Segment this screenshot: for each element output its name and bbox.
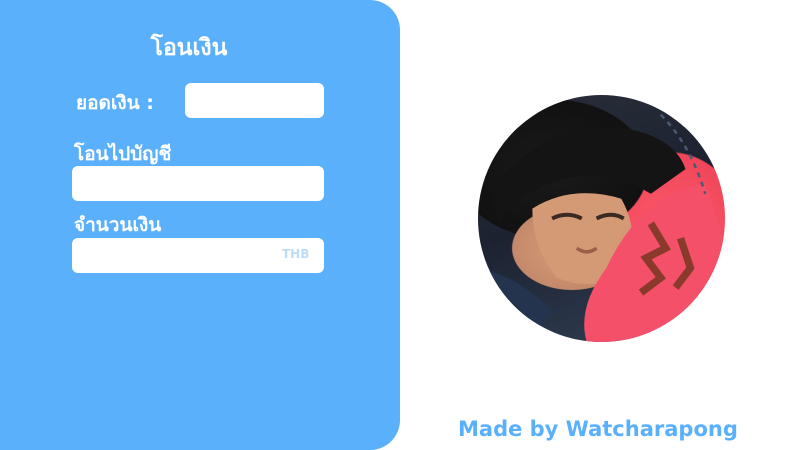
panel-title: โอนเงิน <box>150 35 228 61</box>
amount-label: จำนวนเงิน <box>74 214 162 236</box>
balance-label: ยอดเงิน : <box>76 92 154 114</box>
currency-label: THB <box>282 247 310 261</box>
author-credit: Made by Watcharapong <box>458 417 738 441</box>
transfer-panel: โอนเงิน ยอดเงิน : โอนไปบัญชี จำนวนเงิน T… <box>0 0 400 450</box>
profile-avatar <box>478 95 725 342</box>
avatar-photo-icon <box>478 113 725 342</box>
recipient-account-label: โอนไปบัญชี <box>74 143 172 165</box>
balance-display <box>185 83 324 118</box>
recipient-account-input[interactable] <box>72 166 324 201</box>
